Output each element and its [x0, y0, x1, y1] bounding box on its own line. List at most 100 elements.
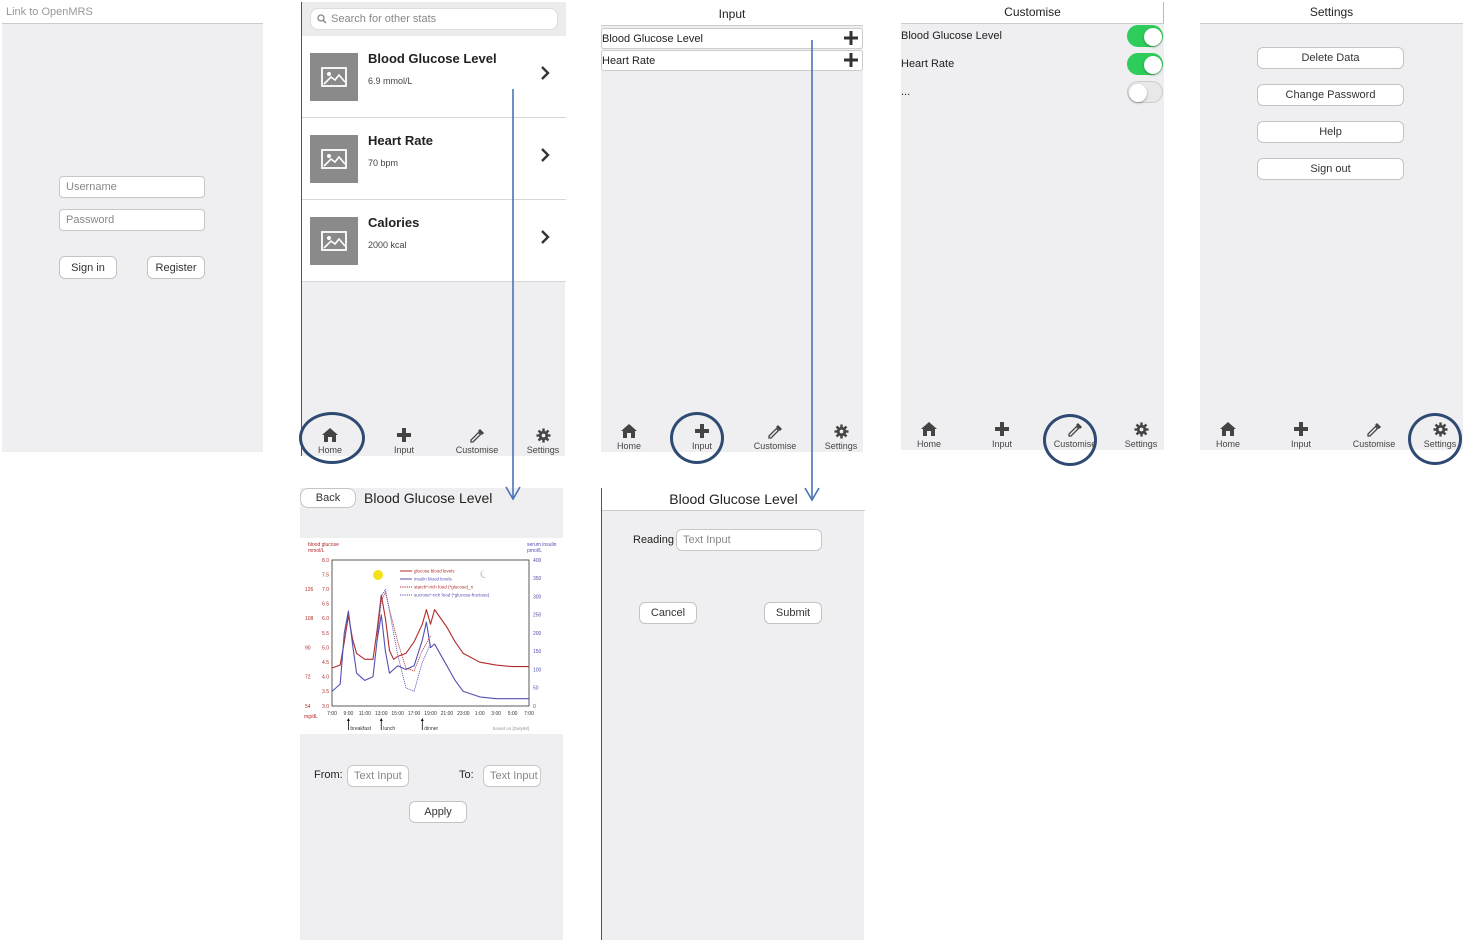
cancel-button[interactable]: Cancel — [639, 602, 697, 624]
help-button[interactable]: Help — [1257, 121, 1404, 143]
stat-row[interactable]: Heart Rate 70 bpm — [302, 118, 566, 200]
plus-icon — [374, 428, 434, 444]
to-placeholder: Text Input — [490, 770, 538, 782]
y-right-tick-label: 400 — [533, 558, 542, 564]
toggle-knob — [1129, 84, 1147, 102]
stat-row[interactable]: Calories 2000 kcal — [302, 200, 566, 282]
home-tab-settings[interactable]: Settings — [513, 428, 573, 455]
glucose-insulin-chart: blood glucosemmol/Lserum insulinpmol/Lmg… — [304, 542, 557, 732]
tab-label: Settings — [1124, 439, 1158, 449]
customise-tab-home[interactable]: Home — [899, 422, 959, 449]
input-tab-settings[interactable]: Settings — [811, 424, 871, 451]
y-right-tick-label: 200 — [533, 631, 542, 637]
image-placeholder-icon — [310, 217, 358, 265]
tab-label: Customise — [753, 441, 797, 451]
y-right-axis-label: pmol/L — [527, 548, 542, 554]
input-item-label: Blood Glucose Level — [602, 33, 703, 45]
settings-title: Settings — [1309, 5, 1354, 19]
plus-icon — [1271, 422, 1331, 438]
y-mgdl-tick-label: 126 — [305, 587, 314, 593]
chevron-right-icon — [540, 64, 550, 87]
meal-label: lunch — [383, 726, 395, 732]
tab-label: Home — [1215, 439, 1240, 449]
y-mgdl-tick-label: 72 — [305, 675, 311, 681]
reading-label: Reading — [633, 534, 674, 546]
tab-label: Home — [916, 439, 941, 449]
customise-tab-settings[interactable]: Settings — [1111, 422, 1171, 449]
eyedropper-icon — [745, 424, 805, 440]
mgdl-unit-label: mg/dL — [304, 714, 318, 720]
x-tick-label: 7:00 — [524, 711, 534, 717]
from-date-input[interactable]: Text Input — [347, 765, 409, 787]
entry-screen: Blood Glucose Level Reading Text Input C… — [601, 488, 865, 940]
register-button[interactable]: Register — [147, 256, 205, 279]
password-field[interactable]: Password — [59, 209, 205, 231]
meal-label: dinner — [424, 726, 438, 732]
tab-label: Settings — [824, 441, 858, 451]
customise-tab-input[interactable]: Input — [972, 422, 1032, 449]
y-left-tick-label: 7.0 — [322, 587, 329, 593]
y-left-tick-label: 7.5 — [322, 572, 329, 578]
active-tab-highlight-ring — [670, 412, 724, 464]
apply-button[interactable]: Apply — [409, 801, 467, 823]
x-tick-label: 15:00 — [391, 711, 404, 717]
entry-title: Blood Glucose Level — [669, 491, 798, 507]
x-tick-label: 17:00 — [408, 711, 421, 717]
input-header: Input — [601, 2, 863, 26]
delete-data-button[interactable]: Delete Data — [1257, 47, 1404, 69]
from-placeholder: Text Input — [354, 770, 402, 782]
y-right-tick-label: 100 — [533, 667, 542, 673]
x-tick-label: 19:00 — [424, 711, 437, 717]
customise-screen: Customise Blood Glucose Level Heart Rate.… — [901, 2, 1164, 450]
visibility-toggle[interactable] — [1127, 81, 1163, 103]
change-password-button[interactable]: Change Password — [1257, 84, 1404, 106]
settings-tab-home[interactable]: Home — [1198, 422, 1258, 449]
tab-label: Input — [991, 439, 1013, 449]
legend-label: starch*-rich food (*glucose)_n — [414, 585, 474, 590]
home-tab-input[interactable]: Input — [374, 428, 434, 455]
x-tick-label: 1:00 — [475, 711, 485, 717]
settings-tab-input[interactable]: Input — [1271, 422, 1331, 449]
tab-label: Home — [616, 441, 641, 451]
tab-label: Input — [393, 445, 415, 455]
stat-title: Calories — [368, 215, 420, 230]
y-mgdl-tick-label: 108 — [305, 616, 314, 622]
settings-tab-customise[interactable]: Customise — [1344, 422, 1404, 449]
settings-screen: Settings Delete Data Change Password Help S… — [1200, 2, 1463, 450]
search-input[interactable]: Search for other stats — [310, 8, 558, 30]
openmrs-link[interactable]: Link to OpenMRS — [6, 6, 93, 18]
legend-label: glucose blood levels — [414, 569, 455, 574]
sign-out-button[interactable]: Sign out — [1257, 158, 1404, 180]
visibility-toggle[interactable] — [1127, 53, 1163, 75]
back-button[interactable]: Back — [300, 488, 356, 508]
toggle-knob — [1144, 28, 1162, 46]
username-field[interactable]: Username — [59, 176, 205, 198]
add-plus-icon[interactable] — [844, 31, 858, 50]
input-tab-home[interactable]: Home — [599, 424, 659, 451]
y-left-tick-label: 5.5 — [322, 631, 329, 637]
visibility-toggle[interactable] — [1127, 25, 1163, 47]
chevron-right-icon — [540, 228, 550, 251]
submit-button[interactable]: Submit — [764, 602, 822, 624]
tab-label: Settings — [526, 445, 560, 455]
meal-marker-arrowhead — [379, 718, 383, 721]
y-left-tick-label: 3.5 — [322, 689, 329, 695]
search-bar-container: Search for other stats — [302, 2, 566, 36]
input-item-row[interactable]: Heart Rate — [601, 50, 863, 71]
reading-input[interactable]: Text Input — [676, 529, 822, 551]
input-title: Input — [718, 7, 746, 21]
input-item-row[interactable]: Blood Glucose Level — [601, 28, 863, 49]
image-placeholder-icon — [310, 135, 358, 183]
sign-in-button[interactable]: Sign in — [59, 256, 117, 279]
home-tab-customise[interactable]: Customise — [447, 428, 507, 455]
meal-marker-arrowhead — [420, 718, 424, 721]
to-label: To: — [459, 769, 474, 781]
to-date-input[interactable]: Text Input — [483, 765, 541, 787]
openmrs-link-bar[interactable]: Link to OpenMRS — [2, 2, 263, 24]
input-tab-customise[interactable]: Customise — [745, 424, 805, 451]
y-mgdl-tick-label: 54 — [305, 704, 311, 710]
add-plus-icon[interactable] — [844, 53, 858, 72]
eyedropper-icon — [1344, 422, 1404, 438]
stat-row[interactable]: Blood Glucose Level 6.9 mmol/L — [302, 36, 566, 118]
customise-item-label: ... — [901, 86, 911, 98]
